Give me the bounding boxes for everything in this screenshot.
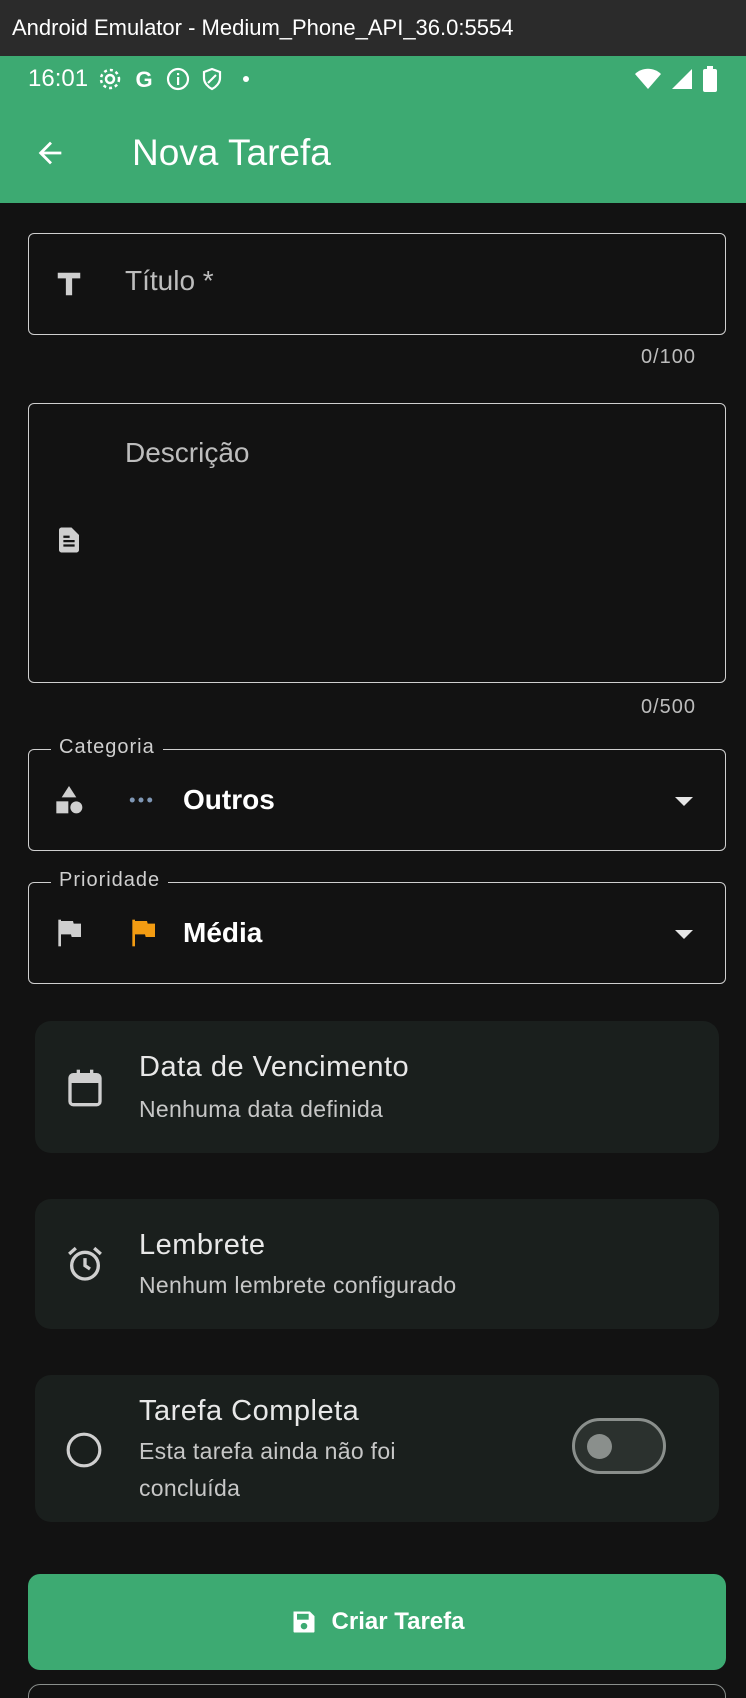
alarm-icon [65,1243,105,1290]
emulator-window-title: Android Emulator - Medium_Phone_API_36.0… [0,0,746,56]
title-placeholder: Título * [125,265,214,296]
reminder-subtitle: Nenhum lembrete configurado [139,1272,457,1298]
category-select[interactable]: Categoria Outros [28,736,726,851]
svg-text:G: G [136,67,153,91]
shield-icon [202,67,222,91]
description-counter: 0/500 [640,696,696,718]
priority-flag-icon [127,917,159,949]
status-icons-left: G [98,67,258,91]
description-input[interactable]: Descrição [28,403,726,683]
secondary-button[interactable] [28,1684,726,1698]
category-icon [53,784,85,816]
radio-unchecked-icon[interactable] [65,1431,103,1474]
priority-value: Média [183,917,263,948]
calendar-icon [65,1067,105,1114]
google-icon: G [136,67,153,91]
status-time: 16:01 [28,65,89,92]
status-bar: 16:01 G [0,56,746,102]
chevron-down-icon [675,797,693,806]
complete-task-card: Tarefa Completa Esta tarefa ainda não fo… [35,1375,719,1522]
page-title: Nova Tarefa [132,131,331,173]
info-icon [166,67,190,91]
dot-icon [243,76,250,82]
title-input[interactable]: Título * [28,233,726,335]
complete-title: Tarefa Completa [139,1395,360,1427]
complete-toggle[interactable] [572,1418,666,1474]
title-counter: 0/100 [640,346,696,368]
create-task-label: Criar Tarefa [331,1608,465,1635]
category-label: Categoria [51,736,163,759]
settings-icon [99,68,121,90]
window-title-text: Android Emulator - Medium_Phone_API_36.0… [12,15,514,40]
reminder-title: Lembrete [139,1229,266,1261]
flag-icon [53,917,85,949]
app-bar: Nova Tarefa [0,102,746,203]
create-task-button[interactable]: Criar Tarefa [28,1574,726,1670]
chevron-down-icon [675,930,693,939]
save-icon [293,1611,315,1633]
battery-icon [703,66,717,92]
due-date-card[interactable]: Data de Vencimento Nenhuma data definida [35,1021,719,1153]
due-date-title: Data de Vencimento [139,1051,410,1083]
back-button[interactable] [26,129,74,177]
text-format-icon [53,268,85,300]
status-icons-right [634,66,718,92]
arrow-back-icon [38,141,62,164]
description-placeholder: Descrição [125,437,250,468]
complete-subtitle: Esta tarefa ainda não foi concluída [139,1438,396,1501]
category-value: Outros [183,784,275,815]
toggle-knob [587,1434,612,1459]
description-icon [53,524,85,556]
wifi-icon [635,68,661,89]
priority-label: Prioridade [51,869,169,892]
more-horiz-icon [125,784,157,816]
priority-select[interactable]: Prioridade Média [28,869,726,984]
reminder-card[interactable]: Lembrete Nenhum lembrete configurado [35,1199,719,1329]
signal-icon [672,69,692,89]
due-date-subtitle: Nenhuma data definida [139,1096,384,1122]
